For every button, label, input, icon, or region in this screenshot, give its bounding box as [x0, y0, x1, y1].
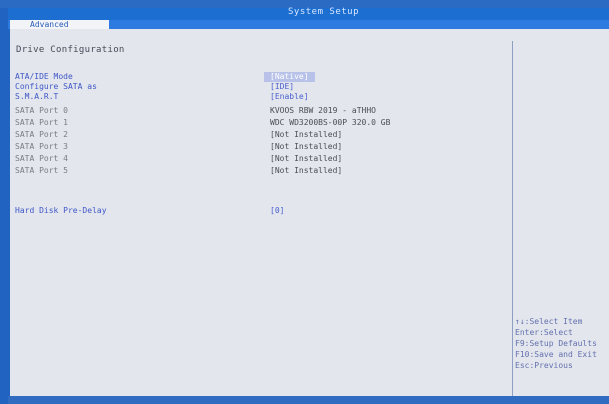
setting-label: Configure SATA as [15, 82, 97, 91]
setting-value: WDC WD3200BS-00P 320.0 GB [270, 118, 391, 127]
setting-label: SATA Port 2 [15, 130, 68, 139]
setting-row-hard-disk-pre-delay[interactable]: Hard Disk Pre-Delay [0] [15, 206, 495, 216]
help-line: F10:Save and Exit [515, 350, 597, 359]
setting-value: [Not Installed] [270, 142, 343, 151]
section-title: Drive Configuration [16, 45, 125, 55]
setting-value[interactable]: [0] [270, 206, 284, 216]
setting-value[interactable]: [IDE] [270, 82, 294, 92]
help-line: Enter:Select [515, 328, 573, 337]
setting-value[interactable]: [Enable] [270, 92, 309, 102]
setting-row-sata-port-0: SATA Port 0 KVOOS RBW 2019 - aTHHO [15, 106, 495, 116]
setting-label: SATA Port 1 [15, 118, 68, 127]
setting-row-sata-port-2: SATA Port 2 [Not Installed] [15, 130, 495, 140]
setting-row-smart[interactable]: S.M.A.R.T [Enable] [15, 92, 495, 102]
help-line: Esc:Previous [515, 361, 573, 370]
setting-label: ATA/IDE Mode [15, 72, 73, 81]
setting-row-sata-port-1: SATA Port 1 WDC WD3200BS-00P 320.0 GB [15, 118, 495, 128]
help-box: ↑↓:Select Item Enter:Select F9:Setup Def… [515, 317, 609, 385]
title-bar: System Setup [8, 7, 609, 20]
window-title: System Setup [288, 7, 360, 17]
setting-value: [Not Installed] [270, 154, 343, 163]
help-line: F9:Setup Defaults [515, 339, 597, 348]
setting-label: SATA Port 0 [15, 106, 68, 115]
setting-label: Hard Disk Pre-Delay [15, 206, 107, 215]
bottom-frame-border [8, 396, 609, 404]
setting-value: KVOOS RBW 2019 - aTHHO [270, 106, 376, 115]
help-line: ↑↓:Select Item [515, 317, 583, 326]
setting-row-sata-port-4: SATA Port 4 [Not Installed] [15, 154, 495, 164]
setting-row-sata-port-5: SATA Port 5 [Not Installed] [15, 166, 495, 176]
setting-label: SATA Port 3 [15, 142, 68, 151]
setting-value: [Not Installed] [270, 130, 343, 139]
left-frame-border [0, 8, 10, 404]
settings-panel: Drive Configuration ATA/IDE Mode [Native… [10, 29, 609, 396]
setting-value: [Not Installed] [270, 166, 343, 175]
setting-label: SATA Port 4 [15, 154, 68, 163]
tab-advanced[interactable]: Advanced [10, 20, 109, 29]
setting-label: S.M.A.R.T [15, 92, 59, 101]
help-divider [512, 41, 513, 396]
menu-bar: Advanced [8, 20, 609, 29]
setting-row-configure-sata[interactable]: Configure SATA as [IDE] [15, 82, 495, 92]
setting-value[interactable]: [Native] [264, 72, 315, 82]
setting-row-sata-port-3: SATA Port 3 [Not Installed] [15, 142, 495, 152]
setting-label: SATA Port 5 [15, 166, 68, 175]
setting-row-ata-ide-mode[interactable]: ATA/IDE Mode [Native] [15, 72, 495, 82]
